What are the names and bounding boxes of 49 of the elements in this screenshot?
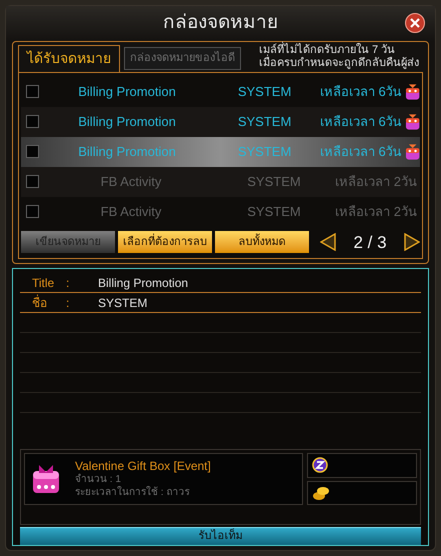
page-indicator: 2 / 3 [352,232,388,254]
time-remaining: เหลือเวลา 6วัน [318,82,402,101]
field-value: SYSTEM [98,294,148,312]
z-coin-icon [312,457,328,474]
mail-title: FB Activity [100,202,162,221]
mailbox-tab[interactable]: ได้รับจดหมาย [18,44,120,72]
item-quantity: จำนวน : 1 [75,473,122,486]
checkbox[interactable] [26,85,39,98]
close-button[interactable] [405,13,425,33]
mail-title: Billing Promotion [77,82,177,101]
field-value: Billing Promotion [98,274,188,292]
mail-row[interactable]: FB Activity SYSTEM เหลือเวลา 2วัน [21,166,420,196]
gift-box-icon [31,463,61,495]
time-remaining: เหลือเวลา 2วัน [334,172,417,191]
close-icon [410,18,420,28]
item-duration: ระยะเวลาในการใช้ : ถาวร [75,486,190,499]
mail-sender: SYSTEM [236,112,292,131]
left-triangle-icon [320,233,336,252]
action-button[interactable]: ลบทั้งหมด [215,231,309,254]
checkbox[interactable] [26,115,39,128]
field-separator: : [66,274,70,292]
field-label: ชื่อ [32,294,48,312]
previous-page-button[interactable] [320,232,336,252]
action-button[interactable]: เลือกที่ต้องการลบ [118,231,212,254]
mail-title: FB Activity [100,172,162,191]
right-triangle-icon [404,233,420,252]
mail-sender: SYSTEM [236,142,292,161]
checkbox[interactable] [26,175,39,188]
receive-item-button[interactable]: รับไอเท็ม [20,527,421,545]
notice-text: เมล์ที่ไม่ได้กดรับภายใน 7 วัน เมื่อครบกำหนดจะถูกดึกลับคืนผู้ส่ง [259,44,420,71]
mail-sender: SYSTEM [236,82,292,101]
next-page-button[interactable] [404,232,420,252]
item-name: Valentine Gift Box [Event] [75,459,211,473]
time-remaining: เหลือเวลา 6วัน [318,142,402,161]
mail-row[interactable]: Billing Promotion SYSTEM เหลือเวลา 6วัน [21,106,420,136]
field-separator: : [66,294,70,312]
checkbox[interactable] [26,145,39,158]
window-title: กล่องจดหมาย [163,11,278,35]
mail-sender: SYSTEM [246,172,302,191]
mail-row[interactable]: Billing Promotion SYSTEM เหลือเวลา 6วัน [21,136,420,166]
mail-title: Billing Promotion [77,112,177,131]
mail-sender: SYSTEM [246,202,302,221]
time-remaining: เหลือเวลา 2วัน [334,202,417,221]
time-remaining: เหลือเวลา 6วัน [318,112,402,131]
coin-stack-icon [312,484,330,501]
mail-title: Billing Promotion [77,142,177,161]
mailbox-tab[interactable]: กล่องจดหมายของไอดี [124,46,241,70]
checkbox[interactable] [26,205,39,218]
field-label: Title [32,274,56,292]
